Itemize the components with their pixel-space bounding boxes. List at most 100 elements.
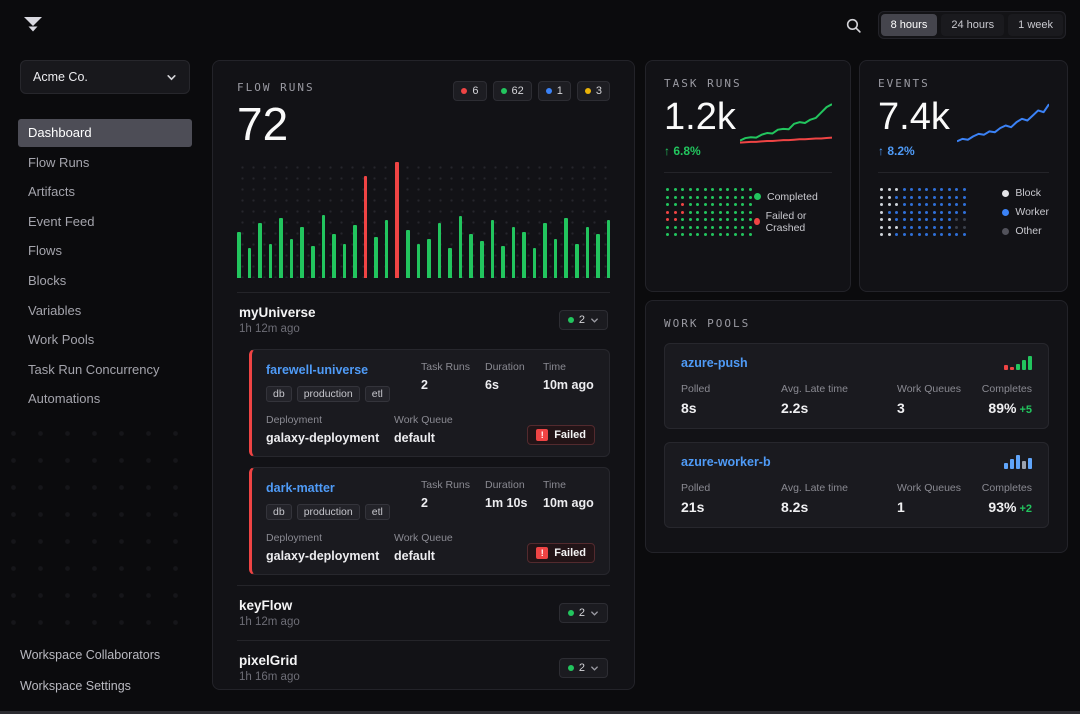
events-delta: ↑ 8.2% xyxy=(878,144,950,158)
work-pool-link[interactable]: azure-push xyxy=(681,356,748,370)
time-value: 10m ago xyxy=(543,496,595,510)
work-pool-card-azure-push[interactable]: azure-push Polled8s Avg. Late time2.2s W… xyxy=(664,343,1049,429)
flow-run-card-farewell-universe[interactable]: farewell-universe db production etl Task… xyxy=(249,349,610,457)
completed-dot xyxy=(754,193,761,200)
state-badge-completed[interactable]: 62 xyxy=(493,81,532,101)
state-badge-failed[interactable]: 6 xyxy=(453,81,486,101)
task-runs-label: Task Runs xyxy=(421,361,485,373)
time-range-1-week[interactable]: 1 week xyxy=(1008,14,1063,36)
time-value: 10m ago xyxy=(543,378,595,392)
sidebar-item-event-feed[interactable]: Event Feed xyxy=(18,208,192,236)
group-run-count: 2 xyxy=(579,607,585,619)
sidebar-item-work-pools[interactable]: Work Pools xyxy=(18,326,192,354)
alert-icon: ! xyxy=(536,547,548,559)
completed-dot xyxy=(501,88,507,94)
tag-list: db production etl xyxy=(266,386,413,402)
flow-run-link[interactable]: dark-matter xyxy=(266,481,335,495)
group-state-dot xyxy=(568,610,574,616)
completes-stat: Completes89%+5 xyxy=(982,383,1032,416)
work-pools-panel: WORK POOLS azure-push Polled8s Avg. Late… xyxy=(645,300,1068,553)
sidebar: Acme Co. Dashboard Flow Runs Artifacts E… xyxy=(0,50,210,711)
deployment-label: Deployment xyxy=(266,414,394,426)
pool-activity-chart xyxy=(1004,356,1032,370)
flow-group-name: pixelGrid xyxy=(239,653,300,668)
duration-label: Duration xyxy=(485,479,543,491)
sidebar-item-artifacts[interactable]: Artifacts xyxy=(18,178,192,206)
sidebar-item-dashboard[interactable]: Dashboard xyxy=(18,119,192,147)
deployment-link[interactable]: galaxy-deployment xyxy=(266,431,394,445)
events-dot-grid xyxy=(878,186,968,239)
work-queue-label: Work Queue xyxy=(394,414,527,426)
late-dot xyxy=(585,88,591,94)
avg-late-stat: Avg. Late time2.2s xyxy=(781,383,897,416)
flow-group-count-pill[interactable]: 2 xyxy=(559,603,608,623)
work-queue-link[interactable]: default xyxy=(394,431,527,445)
sidebar-item-flows[interactable]: Flows xyxy=(18,237,192,265)
state-badge-late[interactable]: 3 xyxy=(577,81,610,101)
chevron-down-icon xyxy=(590,609,599,618)
flow-runs-total: 72 xyxy=(237,100,315,148)
state-badge-running[interactable]: 1 xyxy=(538,81,571,101)
task-runs-total: 1.2k xyxy=(664,98,736,138)
flow-runs-state-badges: 6 62 1 3 xyxy=(453,81,610,101)
completed-count: 62 xyxy=(512,85,524,97)
work-queues-stat: Work Queues1 xyxy=(897,482,982,515)
task-runs-stat: Task Runs2 xyxy=(421,479,485,520)
task-runs-label: Task Runs xyxy=(421,479,485,491)
other-dot xyxy=(1002,228,1009,235)
tag: production xyxy=(297,386,360,402)
flow-group-count-pill[interactable]: 2 xyxy=(559,658,608,678)
work-pool-link[interactable]: azure-worker-b xyxy=(681,455,771,469)
tag: db xyxy=(266,386,292,402)
group-state-dot xyxy=(568,665,574,671)
events-sparkline xyxy=(957,100,1049,146)
chevron-down-icon xyxy=(166,72,177,83)
task-runs-legend: Completed Failed or Crashed xyxy=(754,191,832,234)
prefect-logo-icon xyxy=(21,13,45,37)
work-queue-stat: Work Queue default xyxy=(394,532,527,563)
flow-group-pixelgrid[interactable]: pixelGrid 1h 16m ago 2 xyxy=(237,641,610,695)
prefect-logo[interactable] xyxy=(20,12,46,38)
events-legend: Block Worker Other xyxy=(1002,187,1049,237)
duration-label: Duration xyxy=(485,361,543,373)
work-queue-stat: Work Queue default xyxy=(394,414,527,445)
flow-group-myuniverse[interactable]: myUniverse 1h 12m ago 2 xyxy=(237,293,610,347)
alert-icon: ! xyxy=(536,429,548,441)
sidebar-item-blocks[interactable]: Blocks xyxy=(18,267,192,295)
app-root: 8 hours 24 hours 1 week Acme Co. Dashboa… xyxy=(0,0,1080,714)
sidebar-item-variables[interactable]: Variables xyxy=(18,297,192,325)
work-pools-title: WORK POOLS xyxy=(664,317,1049,330)
running-dot xyxy=(546,88,552,94)
flow-group-count-pill[interactable]: 2 xyxy=(559,310,608,330)
search-icon[interactable] xyxy=(845,17,862,34)
sidebar-item-flow-runs[interactable]: Flow Runs xyxy=(18,149,192,177)
tag: db xyxy=(266,504,292,520)
events-panel: EVENTS 7.4k ↑ 8.2% Block Worker Other xyxy=(859,60,1068,292)
sidebar-item-task-run-concurrency[interactable]: Task Run Concurrency xyxy=(18,356,192,384)
workspace-selector[interactable]: Acme Co. xyxy=(20,60,190,94)
flow-run-link[interactable]: farewell-universe xyxy=(266,363,368,377)
time-range-8-hours[interactable]: 8 hours xyxy=(881,14,938,36)
flow-runs-panel: FLOW RUNS 72 6 62 1 3 myUniverse 1h 12m … xyxy=(212,60,635,690)
sidebar-item-workspace-settings[interactable]: Workspace Settings xyxy=(20,679,160,693)
flow-run-card-dark-matter[interactable]: dark-matter db production etl Task Runs2… xyxy=(249,467,610,575)
work-pool-card-azure-worker-b[interactable]: azure-worker-b Polled21s Avg. Late time8… xyxy=(664,442,1049,528)
duration-stat: Duration1m 10s xyxy=(485,479,543,520)
chevron-down-icon xyxy=(590,316,599,325)
work-queue-link[interactable]: default xyxy=(394,549,527,563)
flow-group-keyflow[interactable]: keyFlow 1h 12m ago 2 xyxy=(237,586,610,640)
status-label: Failed xyxy=(554,547,586,559)
time-range-24-hours[interactable]: 24 hours xyxy=(941,14,1004,36)
task-runs-panel: TASK RUNS 1.2k ↑ 6.8% Completed Failed o… xyxy=(645,60,851,292)
work-queue-label: Work Queue xyxy=(394,532,527,544)
deployment-link[interactable]: galaxy-deployment xyxy=(266,549,394,563)
flow-group-time: 1h 16m ago xyxy=(239,671,300,683)
duration-value: 6s xyxy=(485,378,543,392)
sidebar-item-workspace-collaborators[interactable]: Workspace Collaborators xyxy=(20,648,160,662)
sidebar-footer: Workspace Collaborators Workspace Settin… xyxy=(20,648,160,693)
polled-stat: Polled8s xyxy=(681,383,781,416)
time-label: Time xyxy=(543,361,595,373)
tag: etl xyxy=(365,504,390,520)
avg-late-stat: Avg. Late time8.2s xyxy=(781,482,897,515)
sidebar-item-automations[interactable]: Automations xyxy=(18,385,192,413)
